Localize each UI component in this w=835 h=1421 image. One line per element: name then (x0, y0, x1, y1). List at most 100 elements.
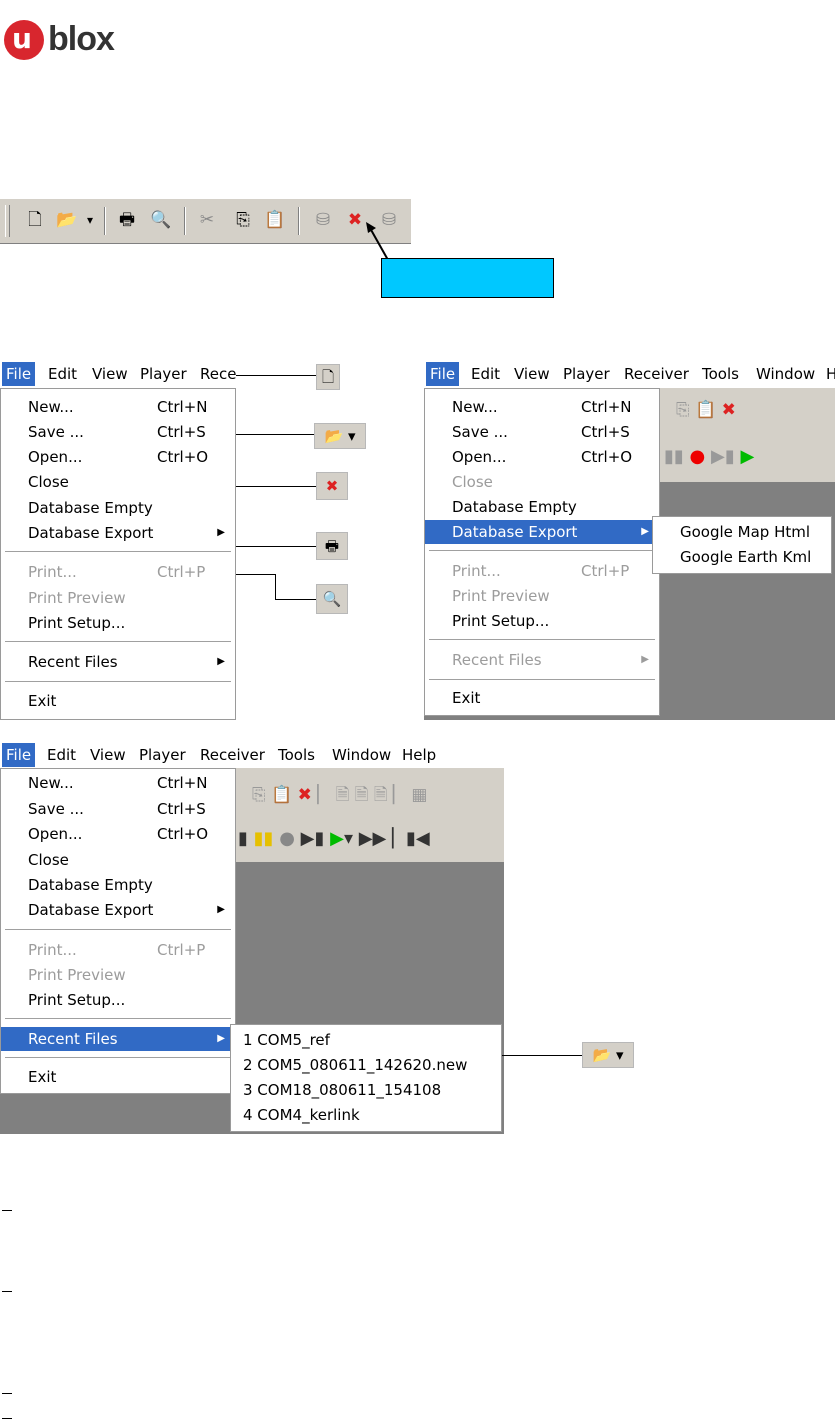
menu-item-new[interactable]: New... Ctrl+N (1, 395, 235, 419)
toolbar-separator (298, 207, 300, 235)
menu-separator (5, 1018, 231, 1020)
submenu-item-google-map[interactable]: Google Map Html (653, 520, 831, 544)
menu-item-recent[interactable]: Recent Files ▶ (1, 1027, 235, 1051)
new-icon[interactable]: 🗋 (24, 209, 46, 231)
menu-item-close[interactable]: Close (1, 470, 235, 494)
menu-help[interactable]: Help (398, 743, 440, 767)
new-icon: 🗋 (316, 364, 340, 390)
recent-file-item[interactable]: 4 COM4_kerlink (231, 1103, 501, 1127)
menu-item-print-preview: Print Preview (28, 966, 126, 984)
menu-item-print-setup[interactable]: Print Setup... (1, 611, 235, 635)
menu-separator (5, 641, 231, 643)
recent-file-item[interactable]: 2 COM5_080611_142620.new (231, 1053, 501, 1077)
copy-icon[interactable]: ⎘ (232, 209, 254, 231)
menu-item-open[interactable]: Open... Ctrl+O (425, 445, 659, 469)
menu-window[interactable]: Window (328, 743, 395, 767)
menu-item-open[interactable]: Open... Ctrl+O (1, 445, 235, 469)
menu-view[interactable]: View (510, 362, 554, 386)
menu-item-exit[interactable]: Exit (1, 1065, 235, 1089)
export-submenu: Google Map Html Google Earth Kml (652, 516, 832, 574)
menu-item-print-setup[interactable]: Print Setup... (425, 609, 659, 633)
submenu-item-google-earth[interactable]: Google Earth Kml (653, 545, 831, 569)
menu-item-recent: Recent Files ▶ (452, 651, 649, 669)
menu-item-db-export[interactable]: Database Export ▶ (1, 521, 235, 545)
menu-edit[interactable]: Edit (43, 743, 80, 767)
menu-item-print-preview: Print Preview (452, 587, 550, 605)
menu-receiver[interactable]: Receiver (620, 362, 693, 386)
menu-separator (5, 1057, 231, 1059)
menu-edit[interactable]: Edit (467, 362, 504, 386)
ublox-logo: u blox (4, 18, 154, 60)
footnote-marker (2, 1210, 12, 1212)
file-menu-b: New... Ctrl+N Save ... Ctrl+S Open... Ctrl+… (424, 388, 660, 716)
menu-item-exit[interactable]: Exit (425, 686, 659, 710)
menu-file[interactable]: File (2, 743, 36, 767)
menu-edit[interactable]: Edit (44, 362, 81, 386)
menu-player[interactable]: Player (135, 743, 190, 767)
menu-separator (429, 639, 655, 641)
open-icon: 📂 ▾ (314, 423, 366, 449)
recent-file-item[interactable]: 3 COM18_080611_154108 (231, 1078, 501, 1102)
menu-item-db-empty[interactable]: Database Empty (1, 496, 235, 520)
menu-item-open[interactable]: Open... Ctrl+O (1, 822, 235, 846)
print-icon[interactable]: 🖶 (116, 209, 138, 231)
toolbar-separator (104, 207, 106, 235)
menu-receiver[interactable]: Receiver (196, 743, 269, 767)
menu-item-save[interactable]: Save ... Ctrl+S (1, 797, 235, 821)
menu-separator (5, 681, 231, 683)
menu-item-close[interactable]: Close (1, 848, 235, 872)
menu-tools[interactable]: Tools (698, 362, 743, 386)
menu-item-print-preview: Print Preview (28, 589, 126, 607)
menu-item-recent[interactable]: Recent Files ▶ (1, 650, 235, 674)
cut-icon[interactable]: ✂ (196, 209, 218, 231)
connector-line (236, 574, 276, 575)
menu-view[interactable]: View (88, 362, 132, 386)
connector-line (236, 486, 316, 487)
menu-help[interactable]: H (822, 362, 835, 386)
menu-item-save[interactable]: Save ... Ctrl+S (1, 420, 235, 444)
menu-item-save[interactable]: Save ... Ctrl+S (425, 420, 659, 444)
menu-separator (429, 679, 655, 681)
print-preview-icon: 🔍 (316, 584, 348, 614)
menubar-a: File Edit View Player Rece (0, 362, 236, 386)
recent-file-item[interactable]: 1 COM5_ref (231, 1028, 501, 1052)
menu-item-print: Print... Ctrl+P (28, 563, 206, 581)
print-preview-icon[interactable]: 🔍 (150, 209, 172, 231)
recent-submenu: 1 COM5_ref 2 COM5_080611_142620.new 3 CO… (230, 1024, 502, 1132)
dropdown-icon[interactable]: ▾ (84, 209, 96, 231)
menu-player[interactable]: Player (559, 362, 614, 386)
menu-window[interactable]: Window (752, 362, 819, 386)
menu-item-close: Close (452, 473, 493, 491)
connector-line (236, 546, 316, 547)
footnote-marker (2, 1418, 12, 1420)
menu-separator (429, 550, 655, 552)
menu-tools[interactable]: Tools (274, 743, 319, 767)
menu-file[interactable]: File (426, 362, 460, 386)
menu-item-new[interactable]: New... Ctrl+N (425, 395, 659, 419)
menu-item-print-setup[interactable]: Print Setup... (1, 988, 235, 1012)
menu-item-new[interactable]: New... Ctrl+N (1, 771, 235, 795)
menu-item-db-export[interactable]: Database Export ▶ (425, 520, 659, 544)
player-controls-b: ▮▮ ● ▶▮ ▶ (664, 446, 755, 467)
toolbar-icons-c: ⎘ 📋 ✖ ▏ 🗎 🗎 🗎 ▏ ▦ (252, 785, 428, 805)
file-menu-c: New... Ctrl+N Save ... Ctrl+S Open... Ctrl+… (0, 768, 236, 1094)
menu-separator (5, 929, 231, 931)
menu-item-exit[interactable]: Exit (1, 689, 235, 713)
footnote-marker (2, 1291, 12, 1293)
menu-item-db-empty[interactable]: Database Empty (425, 495, 659, 519)
menu-item-db-export[interactable]: Database Export ▶ (1, 898, 235, 922)
connector-line (275, 599, 316, 600)
menu-file[interactable]: File (2, 362, 36, 386)
db-icon[interactable]: ⛁ (312, 209, 334, 231)
open-icon[interactable]: 📂 (56, 209, 78, 231)
toolbar-grip[interactable] (5, 205, 10, 237)
paste-icon[interactable]: 📋 (264, 209, 286, 231)
menu-item-db-empty[interactable]: Database Empty (1, 873, 235, 897)
menu-receiver[interactable]: Rece (196, 362, 240, 386)
menu-player[interactable]: Player (136, 362, 191, 386)
footnote-marker (2, 1393, 12, 1395)
menu-view[interactable]: View (86, 743, 130, 767)
connector-line (236, 434, 314, 435)
connector-line (502, 1055, 582, 1056)
toolbar: 🗋 📂 ▾ 🖶 🔍 ✂ ⎘ 📋 ⛁ ✖ ⛁ (0, 198, 411, 244)
